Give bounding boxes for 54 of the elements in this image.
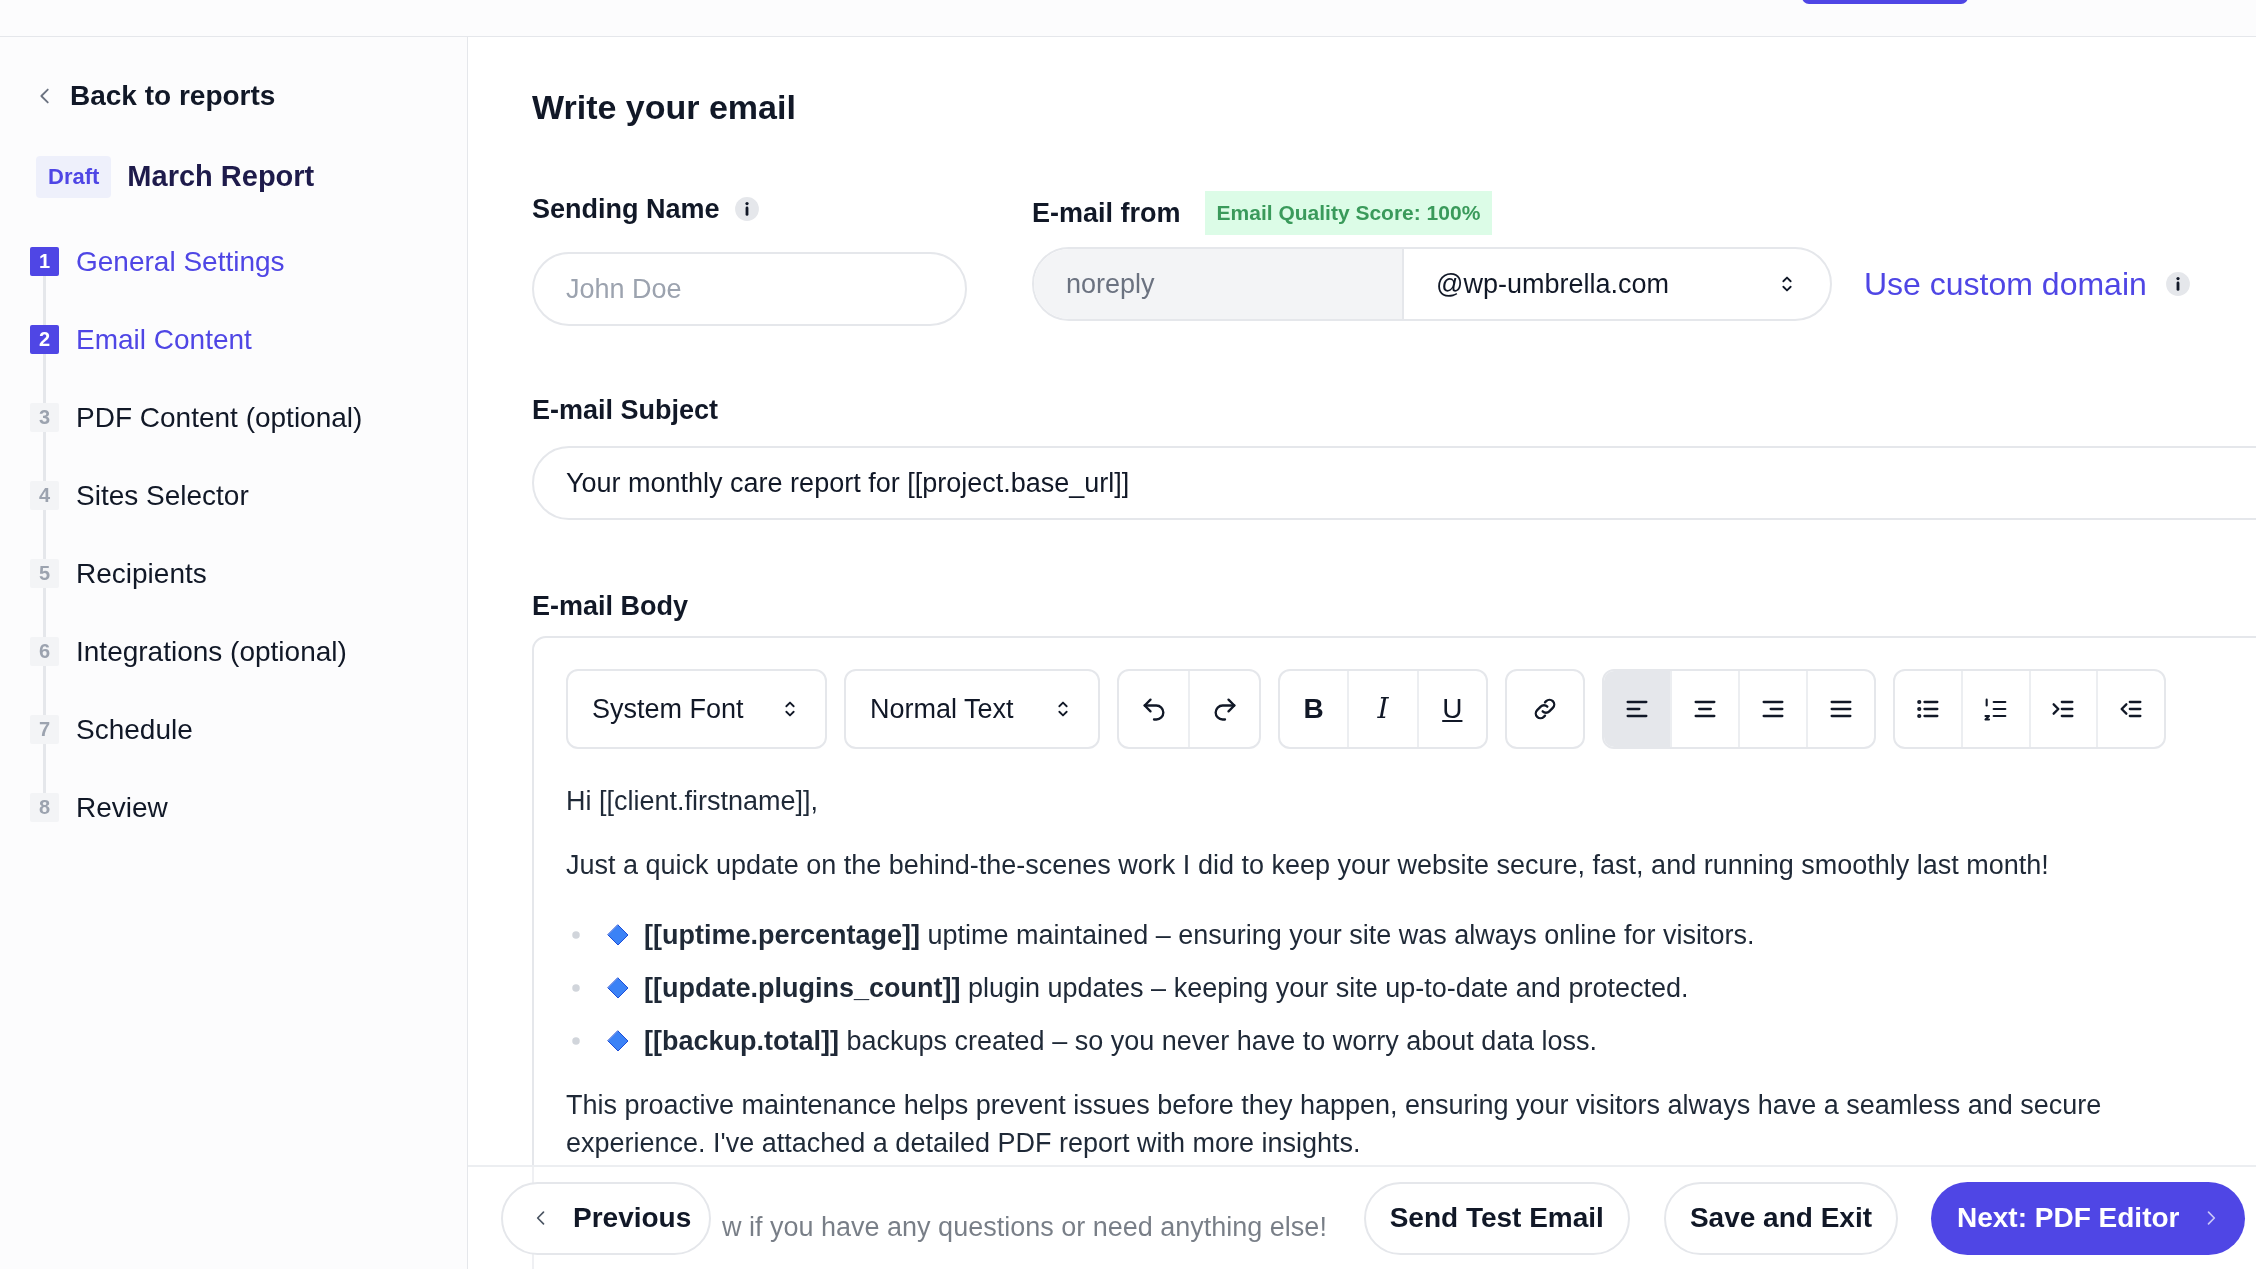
subject-field[interactable]: Your monthly care report for [[project.base_url]] <box>532 446 2256 520</box>
report-title: March Report <box>127 159 315 194</box>
align-left-button[interactable] <box>1604 671 1670 747</box>
paragraph: Hi [[client.firstname]], <box>566 785 820 818</box>
step-number: 1 <box>30 246 59 276</box>
list-item-text: [[uptime.percentage]] uptime maintained – ensuring your site was always online for visitors. <box>644 919 1755 952</box>
step-number: 5 <box>30 558 59 588</box>
step-number: 8 <box>30 792 59 822</box>
diamond-icon <box>606 1029 630 1053</box>
step-link[interactable]: General Settings <box>76 246 285 325</box>
step-link[interactable]: Recipients <box>76 558 207 637</box>
underline-button[interactable]: U <box>1416 671 1486 747</box>
step-number: 2 <box>30 324 59 354</box>
paragraph: Just a quick update on the behind-the-scenes work I did to keep your website secure, fast, and running smoothly last month! <box>566 849 2050 882</box>
quality-score-badge: Email Quality Score: 100% <box>1204 191 1493 235</box>
bullet-icon <box>571 983 581 993</box>
bold-button[interactable]: B <box>1280 671 1348 747</box>
step-link[interactable]: Email Content <box>76 324 252 403</box>
list-item-text: [[update.plugins_count]] plugin updates – keeping your site up-to-date and protected. <box>644 972 1689 1005</box>
next-button[interactable]: Next: PDF Editor <box>1931 1181 2245 1255</box>
sending-name-field[interactable]: John Doe <box>532 252 967 326</box>
step-number: 6 <box>30 636 59 666</box>
field-label: E-mail Subject <box>532 394 720 427</box>
custom-domain-link[interactable]: Use custom domain <box>1864 260 2147 308</box>
action-button[interactable]: Send Test Email <box>1363 1181 1630 1255</box>
step-link[interactable]: Sites Selector <box>76 480 249 559</box>
field-label: E-mail Body <box>532 590 690 623</box>
dropdown[interactable]: System Font <box>566 669 827 749</box>
bullet-icon <box>571 930 581 940</box>
step-number: 7 <box>30 714 59 744</box>
action-button[interactable]: Save and Exit <box>1663 1181 1898 1255</box>
italic-button[interactable]: I <box>1347 671 1417 747</box>
field-label: E-mail from <box>1032 196 1181 230</box>
status-badge: Draft <box>36 155 112 198</box>
info-icon <box>2164 271 2191 297</box>
step-number: 4 <box>30 480 59 510</box>
dropdown[interactable]: Normal Text <box>844 669 1100 749</box>
step-number: 3 <box>30 402 59 432</box>
step-link[interactable]: Review <box>76 792 168 871</box>
back-link[interactable]: Back to reports <box>30 67 467 125</box>
step-link[interactable]: PDF Content (optional) <box>76 402 363 481</box>
step-link[interactable]: Integrations (optional) <box>76 636 347 715</box>
previous-button[interactable]: Previous <box>501 1181 711 1255</box>
info-icon <box>733 196 760 222</box>
field-label: Sending Name <box>532 192 720 226</box>
bullet-icon <box>571 1036 581 1046</box>
diamond-icon <box>606 976 630 1000</box>
page-title: Write your email <box>532 87 797 128</box>
list-item-text: [[backup.total]] backups created – so you never have to worry about data loss. <box>644 1025 1597 1058</box>
email-from-field[interactable]: noreply @wp-umbrella.com <box>1032 247 1832 321</box>
paragraph: w if you have any questions or need anything else! <box>722 1211 1327 1244</box>
diamond-icon <box>606 923 630 947</box>
step-link[interactable]: Schedule <box>76 714 193 793</box>
paragraph: This proactive maintenance helps prevent issues before they happen, ensuring your visitors always have a seamless and secure experience. I've attached a detailed PDF report with more insights. <box>566 1089 2103 1160</box>
